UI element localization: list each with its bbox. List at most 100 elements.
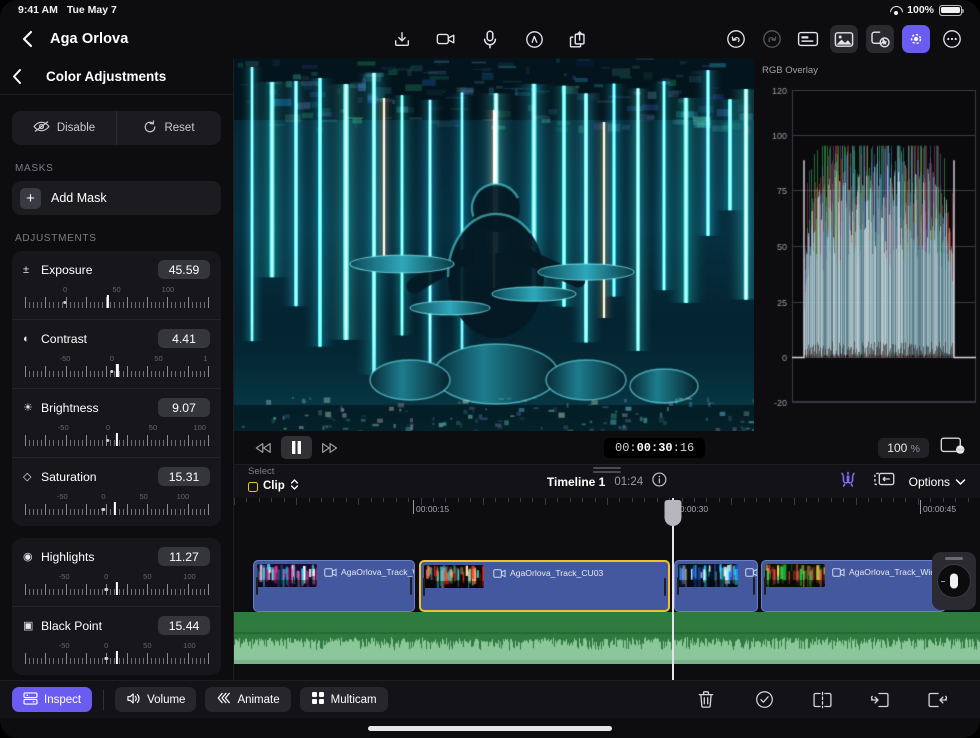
slider-scale-labels: -500501 bbox=[23, 354, 210, 363]
color-adjust-icon[interactable] bbox=[902, 25, 930, 53]
slider-thumb[interactable] bbox=[107, 295, 109, 308]
scope-canvas-wrap[interactable] bbox=[760, 78, 980, 418]
adjustment-value[interactable]: 45.59 bbox=[158, 260, 210, 279]
delete-icon[interactable] bbox=[694, 688, 718, 712]
bottom-button-animate[interactable]: Animate bbox=[205, 687, 290, 712]
undo-icon[interactable] bbox=[722, 25, 750, 53]
timecode-display[interactable]: 00:00:30:16 bbox=[604, 438, 705, 458]
slider-ticks bbox=[23, 295, 210, 308]
clip-name: AgaOrlova_Track_Wid... bbox=[324, 567, 415, 577]
slider-scale-labels: -50050100 bbox=[23, 492, 210, 501]
adjustment-value[interactable]: 15.31 bbox=[158, 467, 210, 486]
tc-prefix: 00: bbox=[615, 441, 637, 455]
bottom-button-volume[interactable]: Volume bbox=[115, 687, 196, 712]
back-button[interactable] bbox=[14, 26, 40, 52]
adjustment-slider[interactable]: 050100 bbox=[23, 285, 210, 315]
pause-button[interactable] bbox=[281, 436, 312, 459]
magnetic-snap-icon[interactable] bbox=[836, 469, 860, 494]
timeline-info: Timeline 1 01:24 bbox=[547, 472, 667, 492]
record-audio-icon[interactable] bbox=[476, 25, 504, 53]
adjustment-value[interactable]: 11.27 bbox=[158, 547, 210, 566]
adjustment-value[interactable]: 9.07 bbox=[158, 398, 210, 417]
select-mode-dropdown[interactable]: Clip bbox=[248, 478, 299, 495]
adjustment-slider[interactable]: -50050100 bbox=[23, 423, 210, 453]
trim-end-icon[interactable] bbox=[926, 688, 950, 712]
slider-thumb[interactable] bbox=[116, 364, 118, 377]
media-library-icon[interactable] bbox=[830, 25, 858, 53]
adjustment-slider[interactable]: -50050100 bbox=[23, 492, 210, 522]
adjustment-slider[interactable]: -500501 bbox=[23, 354, 210, 384]
saturation-icon: ◇ bbox=[23, 470, 38, 483]
inspector-scroll-area[interactable]: Disable Reset MASKS + Add Mask A bbox=[0, 95, 233, 675]
center-column: RGB Overlay bbox=[234, 58, 980, 680]
jog-dial[interactable] bbox=[937, 564, 971, 598]
draw-annotate-icon[interactable] bbox=[520, 25, 548, 53]
ruler-label: 00:00:45 bbox=[923, 504, 956, 514]
video-viewer[interactable] bbox=[234, 58, 754, 431]
timeline-clip[interactable]: A... bbox=[674, 560, 758, 612]
transition-icon[interactable] bbox=[873, 470, 896, 493]
slider-thumb[interactable] bbox=[115, 433, 117, 446]
redo-icon[interactable] bbox=[758, 25, 786, 53]
bottom-button-multicam[interactable]: Multicam bbox=[300, 687, 388, 712]
effects-icon[interactable] bbox=[866, 25, 894, 53]
zoom-value: 100 bbox=[887, 441, 907, 455]
timeline-clip[interactable]: AgaOrlova_Track_Wid... bbox=[253, 560, 415, 612]
bottom-button-inspect[interactable]: Inspect bbox=[12, 687, 92, 712]
approve-check-icon[interactable] bbox=[752, 688, 776, 712]
slider-thumb[interactable] bbox=[115, 651, 117, 664]
selection-block: Select Clip bbox=[248, 467, 299, 495]
disable-button[interactable]: Disable bbox=[12, 111, 116, 145]
add-mask-button[interactable]: + Add Mask bbox=[12, 181, 221, 215]
adjustment-slider[interactable]: -50050100 bbox=[23, 641, 210, 671]
reset-button[interactable]: Reset bbox=[116, 111, 221, 145]
record-video-icon[interactable] bbox=[432, 25, 460, 53]
chevron-updown-icon bbox=[290, 478, 299, 495]
jog-knob[interactable] bbox=[950, 573, 958, 588]
slider-ticks bbox=[23, 651, 210, 664]
split-clip-icon[interactable] bbox=[810, 688, 834, 712]
adjustment-row-brightness: ☀ Brightness 9.07 -50050100 bbox=[12, 388, 221, 457]
titles-icon[interactable] bbox=[794, 25, 822, 53]
scope-title: RGB Overlay bbox=[762, 65, 980, 76]
panel-grabber[interactable] bbox=[593, 467, 621, 469]
display-options-icon[interactable] bbox=[940, 436, 966, 460]
adjustment-row-black-point: ▣ Black Point 15.44 -50050100 bbox=[12, 606, 221, 675]
slider-ticks bbox=[23, 502, 210, 515]
slider-scale-labels: 050100 bbox=[23, 285, 210, 294]
slider-scale-labels: -50050100 bbox=[23, 423, 210, 432]
trim-start-icon[interactable] bbox=[868, 688, 892, 712]
adjustment-row-highlights: ◉ Highlights 11.27 -50050100 bbox=[12, 538, 221, 606]
inspector-back-button[interactable] bbox=[12, 68, 32, 85]
more-options-icon[interactable] bbox=[938, 25, 966, 53]
project-title: Aga Orlova bbox=[50, 31, 128, 47]
timeline-clip[interactable]: AgaOrlova_Track_CU03 bbox=[419, 560, 670, 612]
disable-label: Disable bbox=[57, 122, 95, 134]
adjustment-value[interactable]: 4.41 bbox=[158, 329, 210, 348]
rewind-button[interactable] bbox=[248, 436, 279, 459]
timeline-area[interactable]: 00:00:1500:00:3000:00:45 Ag... AgaOrlova… bbox=[234, 498, 980, 680]
zoom-level[interactable]: 100 % bbox=[878, 438, 929, 458]
import-media-icon[interactable] bbox=[388, 25, 416, 53]
info-circle-icon[interactable] bbox=[652, 472, 667, 492]
playhead-handle[interactable] bbox=[665, 500, 682, 526]
fast-forward-button[interactable] bbox=[314, 436, 345, 459]
audio-track[interactable] bbox=[234, 612, 980, 664]
exposure-icon: ± bbox=[23, 264, 38, 276]
slider-thumb[interactable] bbox=[114, 502, 116, 515]
options-button[interactable]: Options bbox=[909, 475, 966, 489]
adjustment-value[interactable]: 15.44 bbox=[158, 616, 210, 635]
contrast-icon: ◐ bbox=[23, 333, 38, 345]
share-export-icon[interactable] bbox=[564, 25, 592, 53]
adjustment-label: Saturation bbox=[41, 470, 97, 484]
video-track[interactable]: Ag... AgaOrlova_Track_Wid... AgaOrlova_T… bbox=[234, 560, 980, 612]
status-bar: 9:41 AM Tue May 7 100% bbox=[0, 0, 980, 20]
slider-thumb[interactable] bbox=[115, 582, 117, 595]
adjustment-slider[interactable]: -50050100 bbox=[23, 572, 210, 602]
zoom-unit: % bbox=[911, 443, 920, 455]
jog-wheel[interactable] bbox=[932, 552, 976, 610]
timeline-ruler[interactable]: 00:00:1500:00:3000:00:45 bbox=[234, 498, 980, 560]
eye-slash-icon bbox=[33, 120, 50, 136]
inspector-header: Color Adjustments bbox=[0, 58, 233, 95]
timeline-clip[interactable]: AgaOrlova_Track_WideDi bbox=[761, 560, 946, 612]
